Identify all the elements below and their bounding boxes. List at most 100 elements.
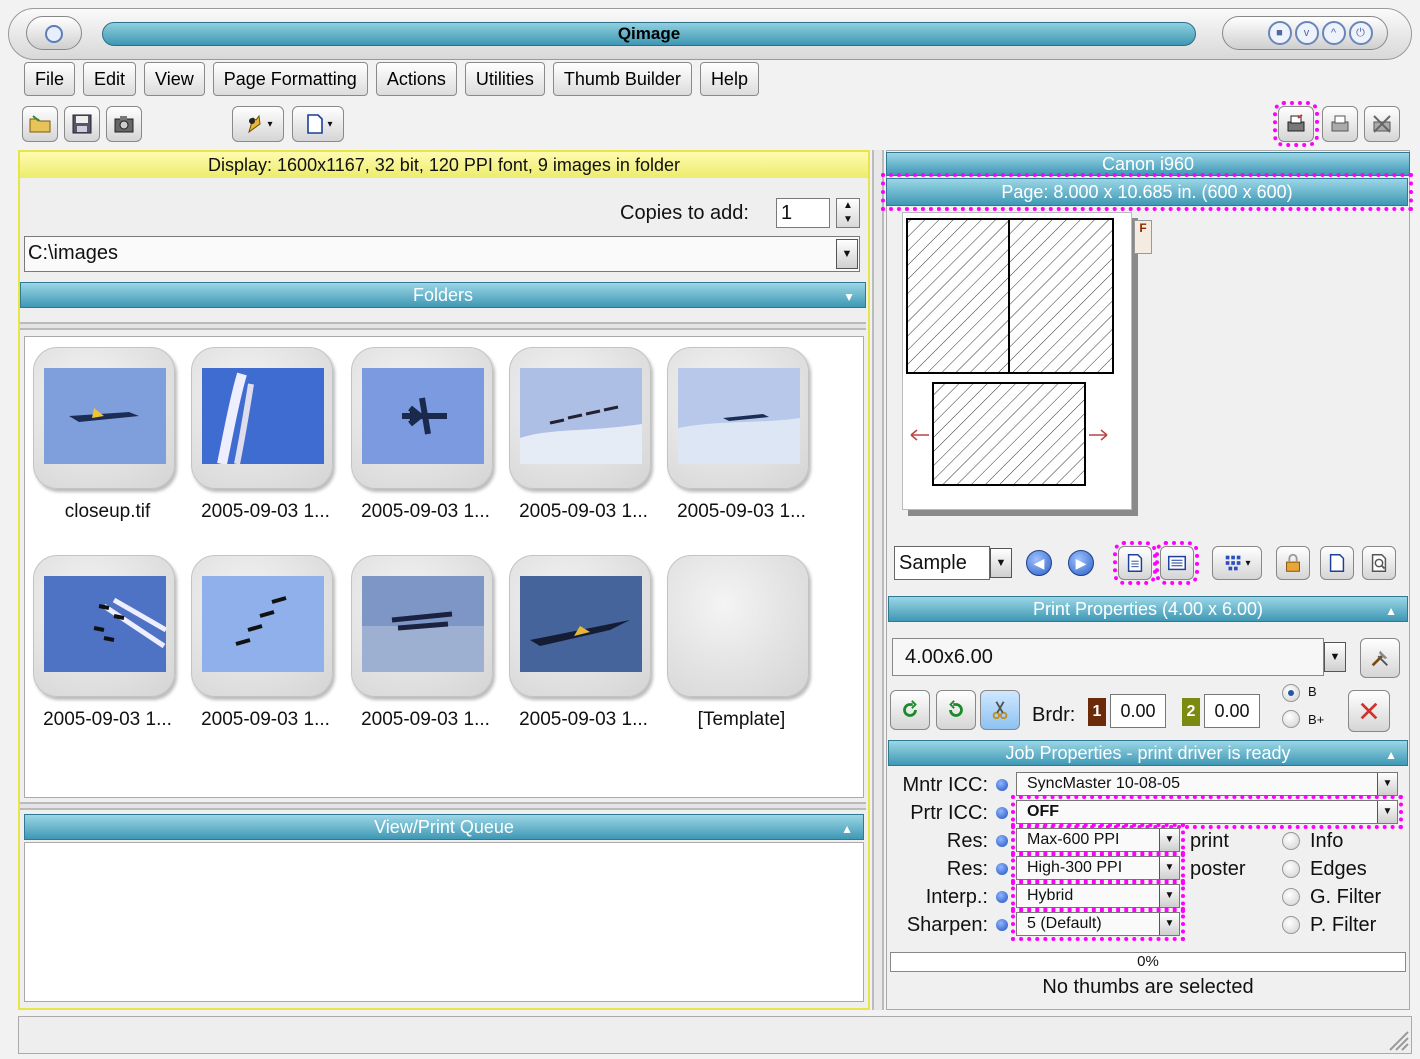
g-filter-option-label: G. Filter: [1310, 886, 1382, 908]
folders-splitter[interactable]: [20, 322, 866, 330]
thumbnail[interactable]: [509, 347, 651, 489]
thumb-label: 2005-09-03 1...: [519, 709, 648, 730]
prev-page-button[interactable]: ◀: [1026, 550, 1052, 576]
border-bplus-radio[interactable]: [1282, 710, 1300, 728]
tools-button[interactable]: [1360, 638, 1400, 678]
info-dot-icon[interactable]: [996, 807, 1008, 819]
zoom-page-button[interactable]: [1362, 546, 1396, 580]
multi-page-view-button[interactable]: [1155, 541, 1199, 585]
print-res-select[interactable]: Max-600 PPI ▼: [1011, 823, 1185, 857]
thumb-image: [520, 368, 642, 464]
menu-edit[interactable]: Edit: [83, 62, 137, 96]
copies-input[interactable]: 1: [776, 198, 830, 228]
chevron-down-icon[interactable]: v: [1294, 21, 1319, 45]
prtr-icc-select[interactable]: OFF ▼: [1011, 795, 1403, 829]
print-button[interactable]: [1322, 106, 1358, 142]
rotate-left-button[interactable]: [890, 690, 930, 730]
info-dot-icon[interactable]: [996, 919, 1008, 931]
print-size-dropdown-button[interactable]: ▼: [1324, 642, 1346, 672]
menu-file[interactable]: File: [24, 62, 76, 96]
chevron-down-icon: ▼: [1159, 885, 1179, 907]
border2-input[interactable]: 0.00: [1204, 694, 1260, 728]
menu-help[interactable]: Help: [699, 62, 759, 96]
thumb-label: 2005-09-03 1...: [201, 709, 330, 730]
border-bplus-label: B+: [1308, 712, 1325, 727]
wizard-dropdown-button[interactable]: ▾: [232, 106, 284, 142]
p-filter-option[interactable]: [1282, 916, 1300, 934]
edges-option[interactable]: [1282, 860, 1300, 878]
page-view-button[interactable]: [1113, 541, 1157, 585]
cancel-print-button[interactable]: [1364, 106, 1400, 142]
thumb-label: 2005-09-03 1...: [677, 501, 806, 522]
page-preview[interactable]: [902, 212, 1132, 510]
resize-grip-icon[interactable]: [1384, 1026, 1410, 1052]
collapse-down-icon: ▼: [843, 290, 855, 304]
new-page-dropdown-button[interactable]: ▾: [292, 106, 344, 142]
camera-button[interactable]: [106, 106, 142, 142]
print-properties-header[interactable]: Print Properties (4.00 x 6.00) ▲: [888, 596, 1408, 622]
info-option[interactable]: [1282, 832, 1300, 850]
open-folder-button[interactable]: [22, 106, 58, 142]
thumbnail[interactable]: [667, 347, 809, 489]
folder-path-select[interactable]: [24, 236, 860, 272]
g-filter-option[interactable]: [1282, 888, 1300, 906]
menu-thumb-builder[interactable]: Thumb Builder: [552, 62, 692, 96]
next-page-button[interactable]: ▶: [1068, 550, 1094, 576]
folder-path-dropdown-button[interactable]: ▼: [836, 239, 858, 269]
chevron-down-icon: ▾: [267, 118, 273, 130]
thumbnail[interactable]: [351, 347, 493, 489]
print-setup-button[interactable]: [1273, 101, 1319, 147]
blank-page-button[interactable]: [1320, 546, 1354, 580]
print-size-select[interactable]: 4.00x6.00: [892, 638, 1324, 676]
crop-button[interactable]: [980, 690, 1020, 730]
menu-view[interactable]: View: [144, 62, 205, 96]
interp-select[interactable]: Hybrid ▼: [1011, 879, 1185, 913]
copies-stepper[interactable]: ▲ ▼: [836, 198, 860, 228]
info-dot-icon[interactable]: [996, 891, 1008, 903]
thumbnail[interactable]: [33, 555, 175, 697]
thumbnail[interactable]: [351, 555, 493, 697]
menu-utilities[interactable]: Utilities: [464, 62, 545, 96]
thumbnail[interactable]: [509, 555, 651, 697]
info-dot-icon[interactable]: [996, 863, 1008, 875]
mntr-icc-select[interactable]: SyncMaster 10-08-05 ▼: [1016, 772, 1398, 796]
job-properties-header[interactable]: Job Properties - print driver is ready ▲: [888, 740, 1408, 766]
thumb-image: [520, 576, 642, 672]
lock-button[interactable]: [1276, 546, 1310, 580]
sharpen-select[interactable]: 5 (Default) ▼: [1011, 907, 1185, 941]
queue-splitter[interactable]: [20, 802, 866, 810]
print-queue-list[interactable]: [24, 842, 864, 1002]
mntr-icc-value: SyncMaster 10-08-05: [1027, 775, 1180, 792]
sharpen-label: Sharpen:: [906, 914, 988, 936]
grid-layout-dropdown-button[interactable]: ▾: [1212, 546, 1262, 580]
folders-header[interactable]: Folders ▼: [20, 282, 866, 308]
thumb-image: [202, 368, 324, 464]
minimize-icon[interactable]: ■: [1267, 21, 1292, 45]
border-b-radio[interactable]: [1282, 684, 1300, 702]
sample-dropdown-button[interactable]: ▼: [990, 548, 1012, 578]
thumbnail[interactable]: [191, 555, 333, 697]
sample-select[interactable]: Sample: [894, 546, 990, 580]
chevron-up-icon[interactable]: ^: [1321, 21, 1346, 45]
menu-page-formatting[interactable]: Page Formatting: [212, 62, 368, 96]
remove-button[interactable]: [1348, 690, 1390, 732]
border1-input[interactable]: 0.00: [1110, 694, 1166, 728]
menu-actions[interactable]: Actions: [375, 62, 457, 96]
queue-header[interactable]: View/Print Queue ▲: [24, 814, 864, 840]
thumbnail[interactable]: [33, 347, 175, 489]
rotate-cw-icon: [949, 700, 963, 717]
border1-tag: 1: [1088, 698, 1106, 726]
f-tag[interactable]: F: [1134, 220, 1152, 254]
power-icon[interactable]: ⏻: [1348, 21, 1373, 45]
save-button[interactable]: [64, 106, 100, 142]
template-thumbnail[interactable]: [667, 555, 809, 697]
folder-path-value: C:\images: [28, 242, 119, 264]
close-icon: [1360, 702, 1378, 720]
info-dot-icon[interactable]: [996, 835, 1008, 847]
rotate-right-button[interactable]: [936, 690, 976, 730]
info-dot-icon[interactable]: [996, 779, 1008, 791]
thumbnail[interactable]: [191, 347, 333, 489]
poster-res-select[interactable]: High-300 PPI ▼: [1011, 851, 1185, 885]
panel-splitter[interactable]: [872, 150, 884, 1010]
system-menu-button[interactable]: [26, 16, 82, 50]
